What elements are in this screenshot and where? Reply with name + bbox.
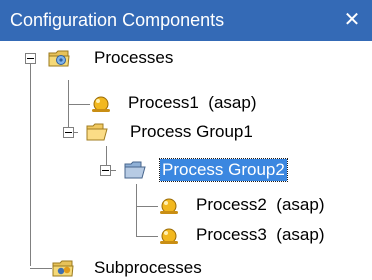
tree-node-process3[interactable]: Process3 (asap)	[194, 224, 327, 246]
tree-line	[136, 236, 158, 237]
tree-node-process-group1[interactable]: Process Group1	[128, 121, 255, 143]
tree-node-process1[interactable]: Process1 (asap)	[126, 92, 259, 114]
tree-line	[136, 206, 158, 207]
panel-titlebar: Configuration Components ✕	[0, 0, 372, 42]
folder-open-icon	[86, 123, 108, 141]
tree-node-processes[interactable]: Processes	[92, 47, 175, 69]
processes-collapse-toggle[interactable]	[25, 53, 36, 64]
process-group2-collapse-toggle[interactable]	[100, 165, 111, 176]
tree-node-process-group2[interactable]: Process Group2	[159, 158, 288, 182]
tree-node-subprocesses[interactable]: Subprocesses	[92, 257, 204, 279]
folder-open-icon	[124, 161, 146, 179]
tree-line	[136, 184, 137, 236]
tree-line	[30, 268, 52, 269]
tree-line	[68, 80, 69, 132]
processes-folder-icon	[48, 50, 70, 67]
configuration-components-panel: Configuration Components ✕ Processes Pro…	[0, 0, 372, 280]
panel-title: Configuration Components	[10, 10, 225, 30]
component-tree: Processes Process1 (asap) Process Group1…	[0, 42, 372, 280]
process-icon	[92, 96, 110, 112]
process-group1-collapse-toggle[interactable]	[63, 127, 74, 138]
tree-node-process2[interactable]: Process2 (asap)	[194, 194, 327, 216]
tree-line	[30, 58, 31, 266]
tree-line	[68, 104, 90, 105]
process-icon	[160, 198, 178, 214]
subprocesses-folder-icon	[52, 260, 74, 277]
close-icon[interactable]: ✕	[342, 8, 362, 32]
process-icon	[160, 228, 178, 244]
